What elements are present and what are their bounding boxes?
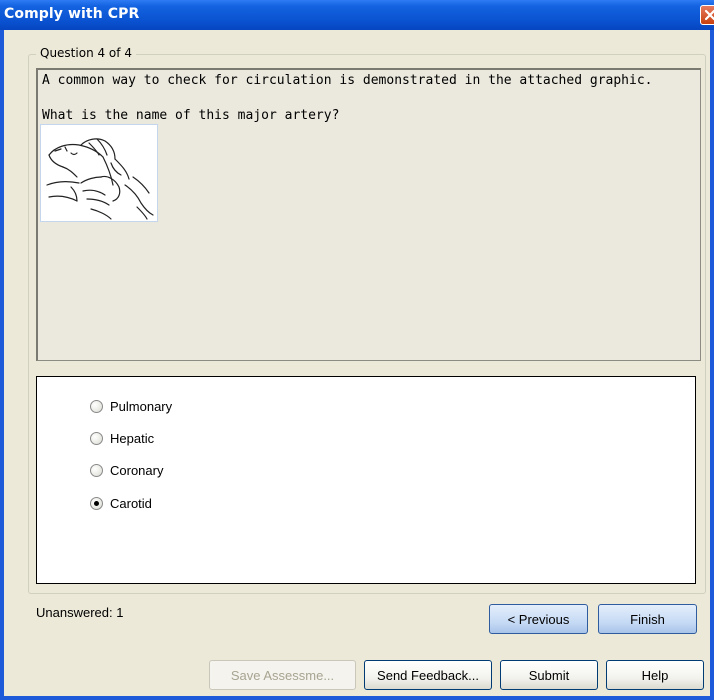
close-button[interactable] <box>700 5 714 25</box>
question-counter: Question 4 of 4 <box>36 46 136 60</box>
finish-button[interactable]: Finish <box>598 604 697 634</box>
send-feedback-button[interactable]: Send Feedback... <box>364 660 492 690</box>
option-hepatic[interactable]: Hepatic <box>90 428 154 448</box>
question-prompt: What is the name of this major artery? <box>42 108 340 123</box>
option-label: Pulmonary <box>110 398 173 414</box>
radio-button[interactable] <box>90 431 103 445</box>
radio-button[interactable] <box>90 399 103 413</box>
option-carotid[interactable]: Carotid <box>90 493 152 513</box>
question-image[interactable] <box>40 124 158 222</box>
option-label: Hepatic <box>110 430 155 446</box>
unanswered-count: Unanswered: 1 <box>36 605 124 620</box>
save-assessment-button[interactable]: Save Assessme... <box>209 660 356 690</box>
radio-button[interactable] <box>90 463 103 477</box>
title-bar[interactable]: Comply with CPR <box>0 0 714 30</box>
help-button[interactable]: Help <box>606 660 704 690</box>
cpr-pulse-check-illustration <box>46 138 154 220</box>
window-title: Comply with CPR <box>4 6 140 22</box>
option-pulmonary[interactable]: Pulmonary <box>90 396 172 416</box>
close-icon <box>704 9 714 21</box>
question-text: A common way to check for circulation is… <box>42 73 653 88</box>
option-label: Coronary <box>110 462 164 478</box>
option-label: Carotid <box>110 495 152 511</box>
submit-button[interactable]: Submit <box>500 660 598 690</box>
option-coronary[interactable]: Coronary <box>90 460 163 480</box>
radio-button-selected[interactable] <box>90 496 103 510</box>
previous-button[interactable]: < Previous <box>489 604 588 634</box>
